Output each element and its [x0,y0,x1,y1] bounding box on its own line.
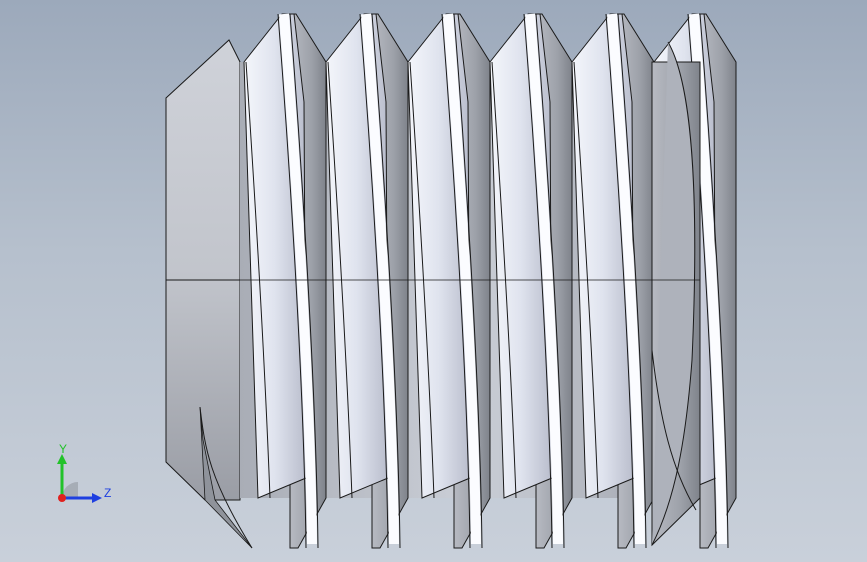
end-cap [165,39,253,549]
threaded-part-model[interactable] [0,0,867,562]
x-axis-dot [58,494,66,502]
graphics-viewport[interactable]: Y Z [0,0,867,562]
orientation-triad: Y Z [57,442,111,503]
z-axis-label: Z [104,486,111,500]
z-axis-arrowhead [92,493,102,503]
right-end-face [651,41,701,547]
y-axis-label: Y [59,442,67,456]
